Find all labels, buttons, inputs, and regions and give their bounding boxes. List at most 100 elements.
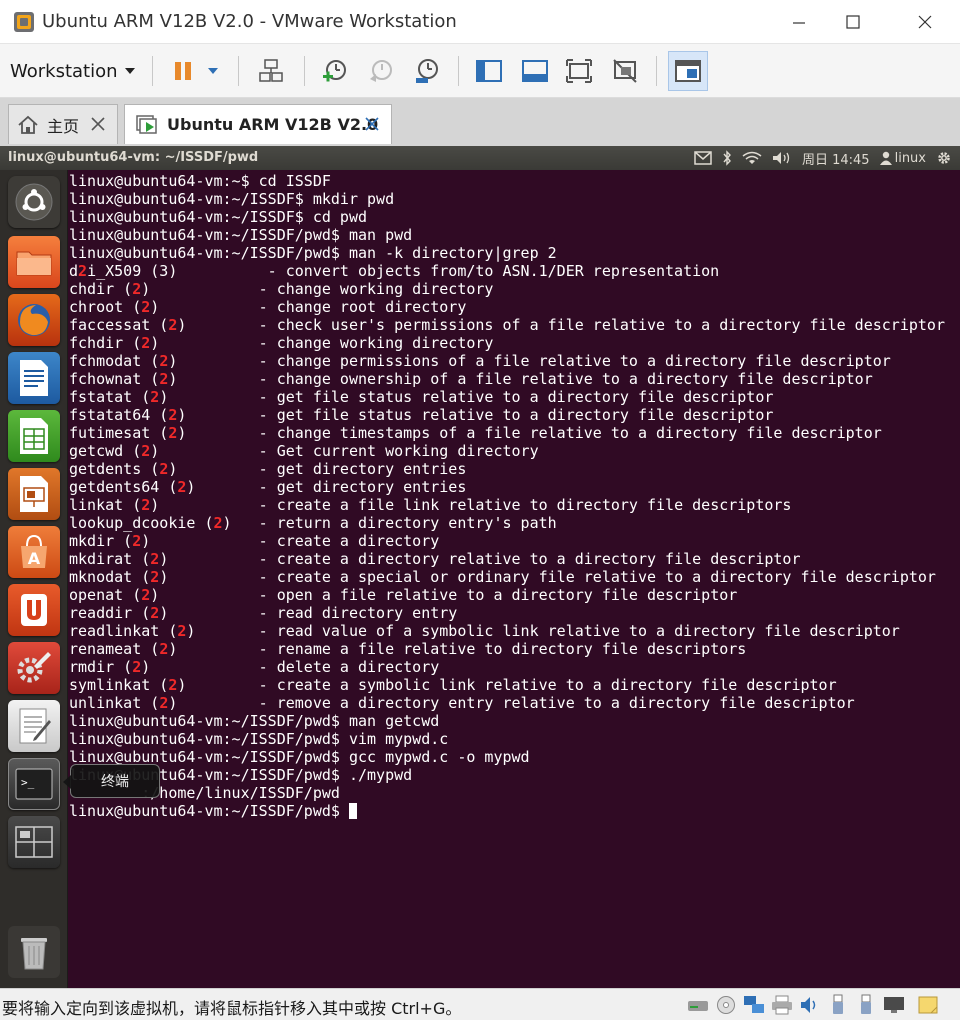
terminal-line-section-number: 2 — [141, 442, 151, 460]
toolbar-divider — [238, 56, 239, 86]
take-snapshot-button[interactable] — [318, 54, 352, 88]
snapshot-manager-icon — [416, 59, 438, 83]
terminal-line-text: linux@ubuntu64-vm:~/ISSDF/pwd$ vim mypwd… — [69, 730, 449, 748]
printer-device[interactable] — [770, 993, 794, 1017]
trash-icon — [21, 938, 47, 970]
launcher-text-editor[interactable] — [8, 700, 60, 752]
launcher-calc[interactable] — [8, 410, 60, 462]
snapshot-revert-icon — [370, 60, 392, 82]
minimize-button[interactable] — [776, 6, 822, 38]
terminal-line-description: ) - read value of a symbolic link relati… — [186, 622, 900, 640]
launcher-files[interactable] — [8, 236, 60, 288]
device-icons — [686, 993, 940, 1017]
chevron-down-icon — [124, 68, 135, 74]
terminal-line: chroot (2) - change root directory — [69, 298, 945, 316]
tab-home[interactable]: 主页 — [8, 104, 118, 144]
workstation-menu-button[interactable]: Workstation — [10, 56, 136, 86]
launcher-workspace-switcher[interactable] — [8, 816, 60, 868]
close-icon[interactable] — [89, 115, 107, 133]
send-ctrl-alt-del-button[interactable] — [254, 54, 288, 88]
terminal-line-section-number: 2 — [141, 298, 151, 316]
unity-mode-button[interactable] — [608, 54, 642, 88]
terminal-line-name: getcwd ( — [69, 442, 142, 460]
terminal-line-section-number: 2 — [159, 460, 169, 478]
launcher-dash-button[interactable] — [8, 176, 60, 228]
terminal-line-text: linux@ubuntu64-vm:~/ISSDF/pwd$ man pwd — [69, 226, 413, 244]
hard-disk-device[interactable] — [686, 993, 710, 1017]
terminal-line-description: ) - get directory entries — [186, 478, 467, 496]
terminal-line-text: linux@ubuntu64-vm:~$ cd ISSDF — [69, 172, 331, 190]
terminal-line-section-number: 2 — [150, 604, 160, 622]
vmware-toolbar: Workstation — [0, 44, 960, 98]
tab-vm[interactable]: Ubuntu ARM V12B V2.0 — [124, 104, 392, 144]
terminal-line: d2i_X509 (3) - convert objects from/to A… — [69, 262, 945, 280]
pause-button[interactable] — [166, 54, 200, 88]
message-log-button[interactable] — [916, 993, 940, 1017]
wifi-icon[interactable] — [742, 151, 762, 165]
terminal-cursor — [348, 803, 357, 819]
maximize-button[interactable] — [830, 6, 876, 38]
launcher-system-settings[interactable] — [8, 642, 60, 694]
usb-device-2[interactable] — [854, 993, 878, 1017]
launcher-trash[interactable] — [8, 926, 60, 978]
network-adapter-device[interactable] — [742, 993, 766, 1017]
usb-device-1[interactable] — [826, 993, 850, 1017]
terminal-line-name: readdir ( — [69, 604, 151, 622]
spreadsheet-icon — [20, 418, 48, 454]
console-view-button[interactable] — [668, 51, 708, 91]
terminal-window[interactable]: linux@ubuntu64-vm:~$ cd ISSDF linux@ubunt… — [68, 170, 960, 988]
close-icon[interactable] — [363, 115, 381, 133]
minimize-icon — [793, 22, 805, 24]
vmware-statusbar: 要将输入定向到该虚拟机，请将鼠标指针移入其中或按 Ctrl+G。 — [0, 988, 960, 1020]
terminal-line-section-number: 2 — [141, 496, 151, 514]
terminal-line-name: getdents64 ( — [69, 478, 178, 496]
launcher-terminal[interactable]: >_ — [8, 758, 60, 810]
display-device[interactable] — [882, 993, 906, 1017]
terminal-line-description: ) - rename a file relative to directory … — [168, 640, 747, 658]
power-options-dropdown[interactable] — [198, 54, 228, 88]
launcher-impress[interactable] — [8, 468, 60, 520]
sound-device[interactable] — [798, 993, 822, 1017]
volume-icon[interactable] — [772, 151, 792, 165]
terminal-line-section-number: 2 — [132, 532, 142, 550]
user-menu[interactable]: linux — [879, 151, 926, 166]
terminal-line-description: ) - create a directory relative to a dir… — [159, 550, 801, 568]
terminal-line-description: ) - read directory entry — [159, 604, 458, 622]
terminal-line-name: chdir ( — [69, 280, 133, 298]
cd-dvd-device[interactable] — [714, 993, 738, 1017]
network-keyboard-icon — [259, 59, 283, 82]
gear-icon[interactable] — [936, 150, 952, 166]
mail-icon[interactable] — [694, 151, 712, 165]
snapshot-manager-button[interactable] — [410, 54, 444, 88]
terminal-line-name: getdents ( — [69, 460, 160, 478]
terminal-line: linkat (2) - create a file link relative… — [69, 496, 945, 514]
hard-disk-icon — [688, 1001, 708, 1011]
terminal-line-name: mkdir ( — [69, 532, 133, 550]
terminal-line-name: fchdir ( — [69, 334, 142, 352]
terminal-line-name: lookup_dcookie ( — [69, 514, 214, 532]
terminal-line: fstatat (2) - get file status relative t… — [69, 388, 945, 406]
launcher-writer[interactable] — [8, 352, 60, 404]
terminal-line-section-number: 2 — [159, 352, 169, 370]
terminal-line: readlinkat (2) - read value of a symboli… — [69, 622, 945, 640]
unity-launcher: A >_ — [0, 170, 68, 988]
terminal-line: linux@ubuntu64-vm:~$ cd ISSDF — [69, 172, 945, 190]
launcher-software-center[interactable]: A — [8, 526, 60, 578]
close-button[interactable] — [902, 6, 948, 38]
bluetooth-icon[interactable] — [722, 150, 732, 166]
indicator-area: 周日 14:45 linux — [694, 148, 952, 168]
launcher-firefox[interactable] — [8, 294, 60, 346]
terminal-line: getdents (2) - get directory entries — [69, 460, 945, 478]
terminal-line-description: ) - change permissions of a file relativ… — [168, 352, 891, 370]
user-icon — [879, 151, 892, 165]
launcher-ubuntu-one[interactable] — [8, 584, 60, 636]
show-library-button[interactable] — [472, 54, 506, 88]
terminal-line: mknodat (2) - create a special or ordina… — [69, 568, 945, 586]
terminal-line: mkdir (2) - create a directory — [69, 532, 945, 550]
full-screen-button[interactable] — [562, 54, 596, 88]
text-editor-icon — [19, 708, 51, 744]
terminal-line: unlinkat (2) - remove a directory entry … — [69, 694, 945, 712]
show-thumbnail-bar-button[interactable] — [518, 54, 552, 88]
terminal-line-description: ) - remove a directory entry relative to… — [168, 694, 855, 712]
clock[interactable]: 周日 14:45 — [802, 149, 870, 168]
